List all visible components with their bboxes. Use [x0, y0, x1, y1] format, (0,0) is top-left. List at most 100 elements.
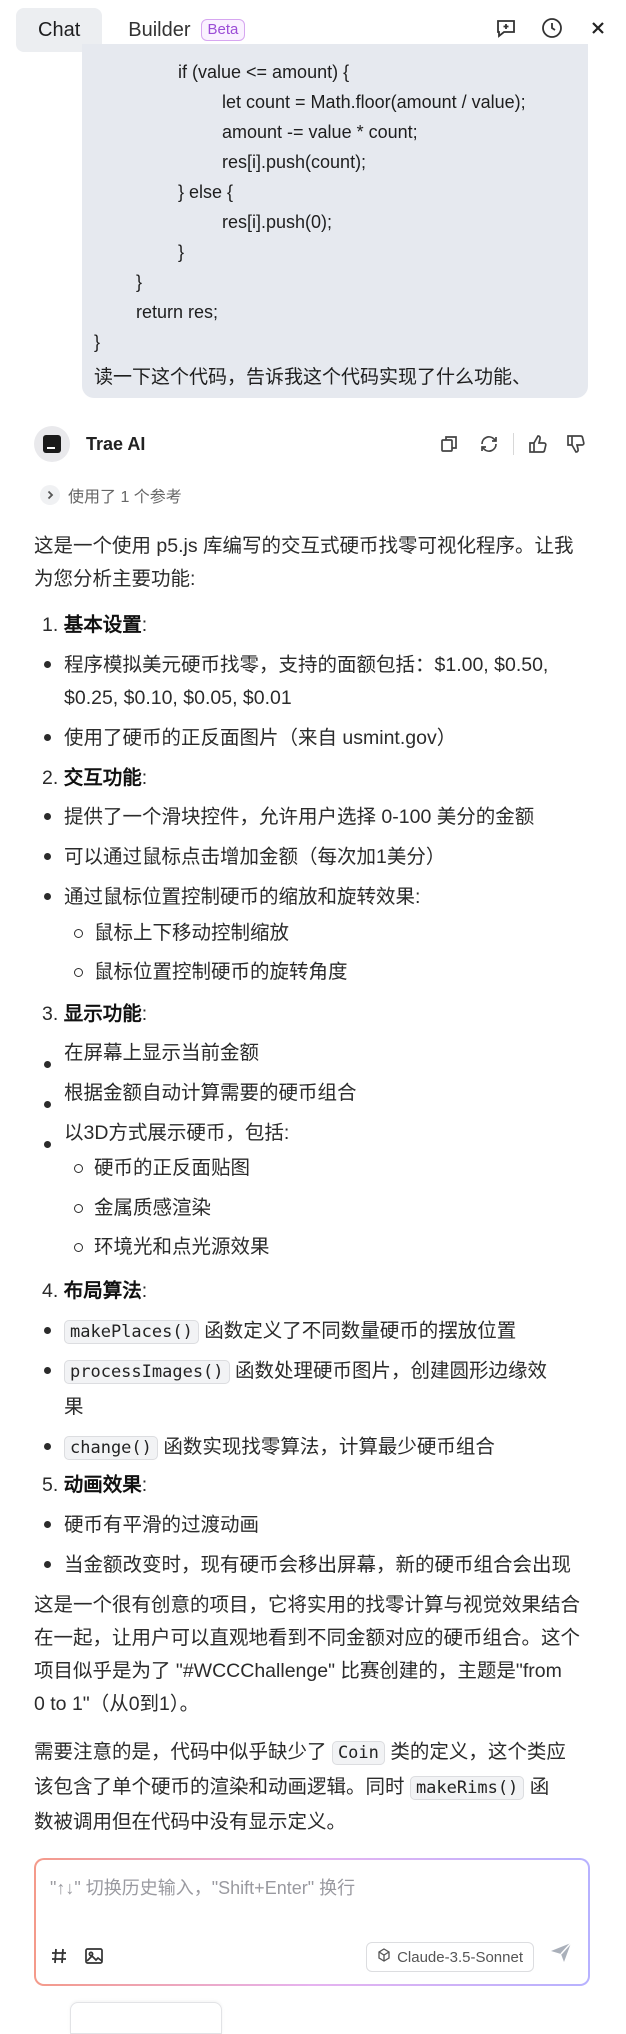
list-item: 以3D方式展示硬币，包括: [64, 1122, 290, 1144]
thumbs-down-icon[interactable] [562, 430, 590, 458]
list-item-continuation: 果 [64, 1396, 84, 1418]
sub-bullet-dot [74, 1204, 83, 1213]
list-item-text: 函数处理硬币图片，创建圆形边缘效 [234, 1360, 547, 1382]
user-prompt-text: 读一下这个代码，告诉我这个代码实现了什么功能、 [94, 367, 532, 388]
note-line: 该包含了单个硬币的渲染和动画逻辑。同时 makeRims() 函 [34, 1775, 549, 1800]
note-text: 类的定义，这个类应 [390, 1741, 566, 1763]
chevron-right-icon [40, 485, 60, 505]
user-message-bubble: if (value <= amount) { let count = Math.… [82, 44, 588, 398]
image-icon[interactable] [84, 1947, 104, 1970]
closing-line: 在一起，让用户可以直观地看到不同金额对应的硬币组合。这个 [34, 1627, 581, 1649]
cube-icon [377, 1948, 391, 1966]
code-line: return res; [136, 302, 219, 322]
section-colon: : [141, 1474, 148, 1496]
thumbs-up-icon[interactable] [524, 430, 552, 458]
sub-list-item: 环境光和点光源效果 [94, 1236, 270, 1258]
section-heading: 1. 基本设置: [42, 613, 147, 637]
new-chat-icon[interactable] [492, 14, 520, 42]
section-title: 显示功能 [63, 1003, 142, 1025]
section-colon: : [141, 767, 148, 789]
bullet-dot [44, 893, 51, 900]
code-line: amount -= value * count; [222, 122, 418, 142]
inline-code: processImages() [64, 1360, 230, 1384]
list-item: 在屏幕上显示当前金额 [64, 1042, 260, 1064]
close-icon[interactable] [584, 14, 612, 42]
section-colon: : [141, 614, 148, 636]
inline-code: change() [64, 1436, 158, 1460]
section-number: 5. [42, 1474, 59, 1496]
section-colon: : [141, 1003, 148, 1025]
section-colon: : [141, 1280, 148, 1302]
list-item: makePlaces() 函数定义了不同数量硬币的摆放位置 [64, 1319, 516, 1344]
code-line: } [94, 332, 101, 352]
bullet-dot [44, 1327, 51, 1334]
code-line: } [178, 242, 185, 262]
message-composer[interactable]: "↑↓" 切换历史输入，"Shift+Enter" 换行 Claude-3.5-… [34, 1858, 590, 1986]
bullet-dot [44, 1561, 51, 1568]
actions-divider [513, 433, 514, 455]
closing-line: 0 to 1"（从0到1）。 [34, 1693, 200, 1715]
assistant-name: Trae AI [86, 433, 146, 454]
bullet-dot [44, 661, 51, 668]
composer-placeholder[interactable]: "↑↓" 切换历史输入，"Shift+Enter" 换行 [50, 1874, 355, 1900]
beta-badge: Beta [200, 19, 246, 41]
reference-toggle[interactable]: 使用了 1 个参考 [40, 483, 182, 507]
bullet-dot [44, 1141, 51, 1148]
bullet-dot [44, 734, 51, 741]
section-number: 2. [42, 767, 59, 789]
section-title: 布局算法 [63, 1280, 142, 1302]
list-item: 可以通过鼠标点击增加金额（每次加1美分） [64, 846, 446, 868]
copy-icon[interactable] [435, 430, 463, 458]
sub-list-item: 硬币的正反面贴图 [94, 1157, 251, 1179]
list-item: 通过鼠标位置控制硬币的缩放和旋转效果: [64, 886, 421, 908]
note-line: 数被调用但在代码中没有显示定义。 [34, 1811, 347, 1833]
bottom-popup-tab[interactable] [70, 2002, 222, 2034]
bullet-dot [44, 1521, 51, 1528]
list-item: $0.25, $0.10, $0.05, $0.01 [64, 687, 292, 709]
intro-line: 这是一个使用 p5.js 库编写的交互式硬币找零可视化程序。让我 [34, 535, 574, 557]
code-line: res[i].push(count); [222, 152, 367, 172]
sub-list-item: 鼠标上下移动控制缩放 [94, 922, 290, 944]
list-item: 当金额改变时，现有硬币会移出屏幕，新的硬币组合会出现 [64, 1554, 572, 1576]
bullet-dot [44, 1367, 51, 1374]
note-text: 函 [529, 1776, 550, 1798]
section-heading: 4. 布局算法: [42, 1279, 147, 1303]
bullet-dot [44, 1061, 51, 1068]
note-text: 需要注意的是，代码中似乎缺少了 [34, 1741, 327, 1763]
bullet-dot [44, 853, 51, 860]
code-line: let count = Math.floor(amount / value); [222, 92, 526, 112]
sub-list-item: 金属质感渲染 [94, 1197, 212, 1219]
list-item: change() 函数实现找零算法，计算最少硬币组合 [64, 1435, 495, 1460]
hash-icon[interactable] [50, 1947, 68, 1970]
section-number: 4. [42, 1280, 59, 1302]
tab-builder-label: Builder [128, 18, 191, 41]
section-title: 动画效果 [63, 1474, 142, 1496]
model-name: Claude-3.5-Sonnet [397, 1948, 523, 1966]
list-item: 根据金额自动计算需要的硬币组合 [64, 1082, 357, 1104]
code-line: } [136, 272, 143, 292]
bullet-dot [44, 1101, 51, 1108]
list-item: 使用了硬币的正反面图片（来自 usmint.gov） [64, 727, 457, 749]
section-number: 1. [42, 614, 59, 636]
sub-bullet-dot [74, 1243, 83, 1252]
send-icon[interactable] [548, 1939, 574, 1970]
inline-code: Coin [331, 1741, 385, 1765]
closing-line: 这是一个很有创意的项目，它将实用的找零计算与视觉效果结合 [34, 1594, 581, 1616]
sub-bullet-dot [74, 968, 83, 977]
regenerate-icon[interactable] [475, 430, 503, 458]
inline-code: makeRims() [409, 1776, 525, 1800]
section-number: 3. [42, 1003, 59, 1025]
section-title: 基本设置 [63, 614, 142, 636]
bullet-dot [44, 1443, 51, 1450]
sub-list-item: 鼠标位置控制硬币的旋转角度 [94, 961, 348, 983]
note-text: 该包含了单个硬币的渲染和动画逻辑。同时 [34, 1776, 405, 1798]
model-selector[interactable]: Claude-3.5-Sonnet [366, 1942, 534, 1972]
code-line: } else { [178, 182, 234, 202]
list-item-text: 函数实现找零算法，计算最少硬币组合 [163, 1436, 495, 1458]
history-icon[interactable] [538, 14, 566, 42]
assistant-header: Trae AI [34, 426, 590, 462]
avatar [34, 426, 70, 462]
section-heading: 3. 显示功能: [42, 1002, 147, 1026]
list-item: 硬币有平滑的过渡动画 [64, 1514, 260, 1536]
list-item: 程序模拟美元硬币找零，支持的面额包括：$1.00, $0.50, [64, 654, 549, 676]
